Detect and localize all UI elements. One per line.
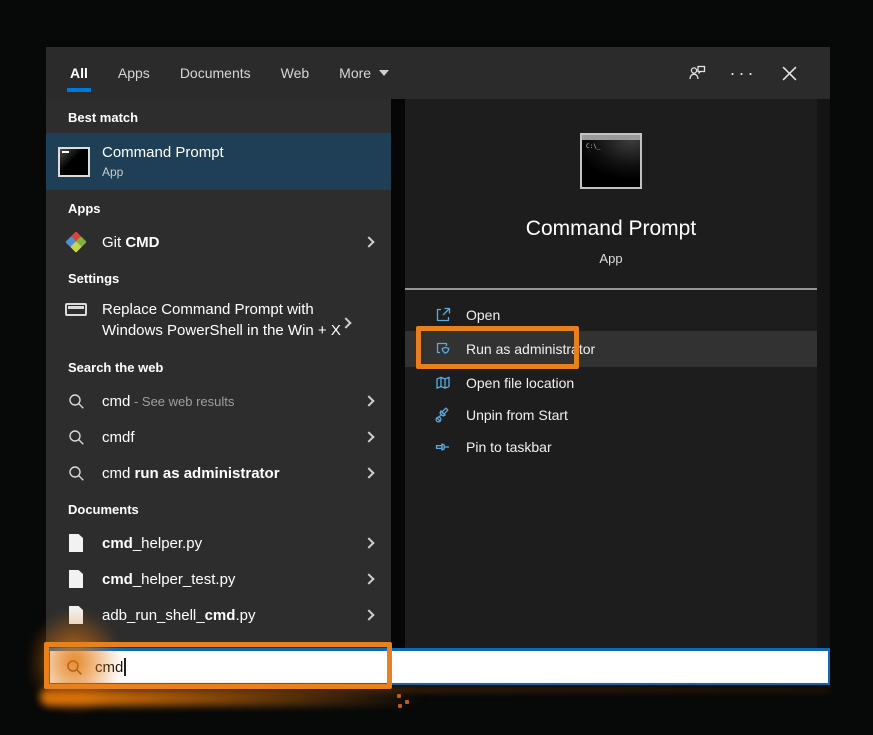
feedback-icon[interactable] xyxy=(686,62,708,84)
best-match-title: Command Prompt xyxy=(102,144,224,161)
tab-more-label: More xyxy=(339,65,371,81)
result-text: cmd run as administrator xyxy=(102,463,365,484)
action-label: Run as administrator xyxy=(466,341,595,357)
panel-divider xyxy=(391,99,405,648)
tab-web-label: Web xyxy=(281,65,310,81)
open-file-location-icon xyxy=(433,373,453,393)
section-label-best-match: Best match xyxy=(46,99,391,133)
tab-documents[interactable]: Documents xyxy=(180,47,251,99)
search-icon xyxy=(64,429,88,446)
action-open[interactable]: Open xyxy=(405,299,817,331)
tab-apps[interactable]: Apps xyxy=(118,47,150,99)
result-row-cmd-helper-py[interactable]: cmd_helper.py xyxy=(46,525,391,561)
chevron-right-icon[interactable] xyxy=(363,467,374,478)
preview-subtitle: App xyxy=(405,251,817,266)
close-icon[interactable] xyxy=(778,62,800,84)
result-text: cmd - See web results xyxy=(102,391,365,412)
unpin-from-start-icon xyxy=(433,405,453,425)
document-icon xyxy=(64,606,88,624)
action-label: Open xyxy=(466,307,500,323)
tab-web[interactable]: Web xyxy=(281,47,310,99)
chevron-right-icon[interactable] xyxy=(363,573,374,584)
preview-panel: C:\_ Command Prompt App Open Run as admin… xyxy=(405,99,817,648)
result-row-cmdf[interactable]: cmdf xyxy=(46,419,391,455)
result-text: Replace Command Prompt with Windows Powe… xyxy=(102,299,342,341)
action-unpin-from-start[interactable]: Unpin from Start xyxy=(405,399,817,431)
preview-title: Command Prompt xyxy=(405,217,817,241)
filter-tabs: All Apps Documents Web More xyxy=(46,47,419,99)
context-actions: Open Run as administrator Open file locati… xyxy=(405,290,817,463)
result-text: cmdf xyxy=(102,427,365,448)
action-run-as-administrator[interactable]: Run as administrator xyxy=(405,331,817,367)
chevron-right-icon[interactable] xyxy=(340,317,351,328)
tab-all-label: All xyxy=(70,65,88,81)
best-match-result-command-prompt[interactable]: Command Prompt App xyxy=(46,133,391,190)
tab-more[interactable]: More xyxy=(339,47,389,99)
result-text: adb_run_shell_cmd.py xyxy=(102,605,365,626)
search-query-text: cmd xyxy=(95,659,123,676)
result-text: Git CMD xyxy=(102,232,365,253)
action-label: Unpin from Start xyxy=(466,407,568,423)
orange-glow-streak xyxy=(40,689,440,706)
search-results-panel: Best match Command Prompt App Apps Git CM… xyxy=(46,99,391,648)
orange-spray-dot xyxy=(398,704,402,708)
search-icon xyxy=(64,393,88,410)
tab-apps-label: Apps xyxy=(118,65,150,81)
result-row-replace-command-prompt-with-windows-powershell-in-the-win-x[interactable]: Replace Command Prompt with Windows Powe… xyxy=(46,294,391,349)
chevron-down-icon xyxy=(379,70,389,76)
run-as-admin-icon xyxy=(433,339,453,359)
app-preview: C:\_ Command Prompt App xyxy=(405,99,817,266)
action-label: Pin to taskbar xyxy=(466,439,552,455)
command-prompt-large-icon: C:\_ xyxy=(580,133,642,189)
search-header: All Apps Documents Web More ··· xyxy=(46,47,830,99)
monitor-icon xyxy=(64,303,88,316)
search-icon xyxy=(64,465,88,482)
action-pin-to-taskbar[interactable]: Pin to taskbar xyxy=(405,431,817,463)
chevron-right-icon[interactable] xyxy=(363,537,374,548)
tab-all[interactable]: All xyxy=(70,47,88,99)
result-sections: Apps Git CMD Settings Replace Command Promp… xyxy=(46,190,391,633)
chevron-right-icon[interactable] xyxy=(363,609,374,620)
result-row-cmd[interactable]: cmd - See web results xyxy=(46,383,391,419)
section-label-settings: Settings xyxy=(46,260,391,294)
command-prompt-icon xyxy=(58,147,90,177)
result-row-git-cmd[interactable]: Git CMD xyxy=(46,224,391,260)
open-icon xyxy=(433,305,453,325)
chevron-right-icon[interactable] xyxy=(363,236,374,247)
orange-glow-strip xyxy=(46,686,830,693)
tab-documents-label: Documents xyxy=(180,65,251,81)
result-row-cmd-helper-test-py[interactable]: cmd_helper_test.py xyxy=(46,561,391,597)
action-label: Open file location xyxy=(466,375,574,391)
action-open-file-location[interactable]: Open file location xyxy=(405,367,817,399)
result-row-cmd-run-as-administrator[interactable]: cmd run as administrator xyxy=(46,455,391,491)
more-options-icon[interactable]: ··· xyxy=(732,62,754,84)
section-label-documents: Documents xyxy=(46,491,391,525)
pin-to-taskbar-icon xyxy=(433,437,453,457)
section-label-apps: Apps xyxy=(46,190,391,224)
orange-spray-dot xyxy=(405,700,409,704)
search-input[interactable]: cmd xyxy=(48,648,830,685)
git-cmd-icon xyxy=(64,233,88,251)
document-icon xyxy=(64,534,88,552)
best-match-subtitle: App xyxy=(102,165,224,179)
chevron-right-icon[interactable] xyxy=(363,431,374,442)
result-text: cmd_helper.py xyxy=(102,533,365,554)
document-icon xyxy=(64,570,88,588)
section-label-search-the-web: Search the web xyxy=(46,349,391,383)
search-icon xyxy=(66,659,83,676)
result-text: cmd_helper_test.py xyxy=(102,569,365,590)
text-cursor xyxy=(124,658,126,676)
windows-search-flyout: All Apps Documents Web More ··· xyxy=(46,47,830,685)
screen: All Apps Documents Web More ··· xyxy=(0,0,873,735)
result-row-adb-run-shell-cmd-py[interactable]: adb_run_shell_cmd.py xyxy=(46,597,391,633)
orange-spray-dot xyxy=(397,694,401,698)
chevron-right-icon[interactable] xyxy=(363,395,374,406)
